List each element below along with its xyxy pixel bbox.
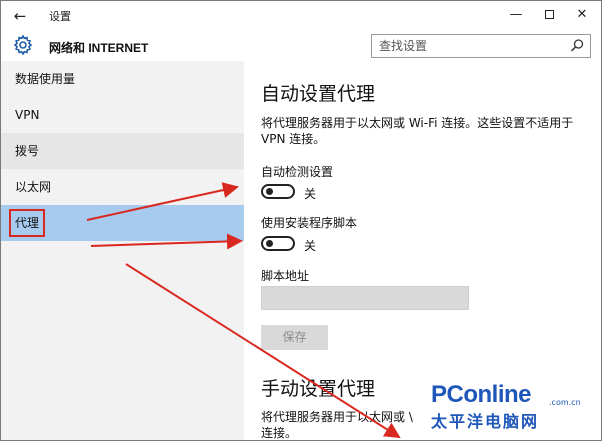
sidebar-item-label: 数据使用量 bbox=[15, 72, 76, 86]
toggle-knob bbox=[266, 188, 273, 195]
auto-detect-toggle[interactable] bbox=[261, 184, 295, 199]
maximize-icon bbox=[544, 10, 554, 19]
maximize-button[interactable] bbox=[534, 4, 564, 26]
sidebar-item-dialup[interactable]: 拨号 bbox=[1, 133, 244, 169]
use-script-toggle[interactable] bbox=[261, 236, 295, 251]
search-icon[interactable] bbox=[569, 38, 585, 54]
manual-proxy-heading: 手动设置代理 bbox=[261, 378, 376, 400]
auto-proxy-heading: 自动设置代理 bbox=[261, 83, 376, 105]
watermark-brand: PConline bbox=[431, 381, 532, 408]
pconline-watermark: PConline .com.cn 太平洋电脑网 bbox=[431, 381, 601, 440]
script-address-label: 脚本地址 bbox=[261, 269, 310, 283]
save-button[interactable]: 保存 bbox=[261, 325, 328, 350]
watermark-domain: .com.cn bbox=[549, 398, 581, 407]
sidebar-item-label: 代理 bbox=[9, 209, 46, 237]
manual-proxy-description: 将代理服务器用于以太网或 \ 连接。 bbox=[261, 410, 413, 440]
sidebar-item-proxy[interactable]: 代理 bbox=[1, 205, 244, 241]
sidebar-item-label: VPN bbox=[15, 108, 40, 122]
app-header: 网络和 INTERNET bbox=[1, 31, 601, 61]
title-bar: ← 设置 — ✕ bbox=[1, 1, 601, 31]
page-title: 网络和 INTERNET bbox=[49, 41, 149, 55]
auto-proxy-description: 将代理服务器用于以太网或 Wi-Fi 连接。这些设置不适用于 VPN 连接。 bbox=[261, 116, 574, 146]
script-address-input[interactable] bbox=[261, 286, 469, 310]
toggle-knob bbox=[266, 240, 273, 247]
close-button[interactable]: ✕ bbox=[567, 4, 597, 26]
minimize-button[interactable]: — bbox=[501, 4, 531, 26]
use-script-label: 使用安装程序脚本 bbox=[261, 216, 358, 230]
settings-window: ← 设置 — ✕ 网络和 INTERNET 数据使用量 VPN bbox=[0, 0, 602, 441]
auto-detect-state: 关 bbox=[304, 187, 317, 201]
sidebar-item-label: 以太网 bbox=[15, 180, 52, 194]
auto-detect-label: 自动检测设置 bbox=[261, 165, 334, 179]
sidebar: 数据使用量 VPN 拨号 以太网 代理 bbox=[1, 61, 244, 440]
watermark-chinese: 太平洋电脑网 bbox=[431, 412, 540, 431]
search-input[interactable] bbox=[372, 35, 562, 57]
sidebar-item-label: 拨号 bbox=[15, 144, 40, 158]
sidebar-item-data-usage[interactable]: 数据使用量 bbox=[1, 61, 244, 97]
sidebar-item-vpn[interactable]: VPN bbox=[1, 97, 244, 133]
search-box[interactable] bbox=[371, 34, 591, 58]
use-script-state: 关 bbox=[304, 239, 317, 253]
gear-icon bbox=[13, 35, 33, 55]
back-arrow-icon[interactable]: ← bbox=[9, 6, 31, 26]
sidebar-item-ethernet[interactable]: 以太网 bbox=[1, 169, 244, 205]
window-title: 设置 bbox=[49, 10, 71, 23]
